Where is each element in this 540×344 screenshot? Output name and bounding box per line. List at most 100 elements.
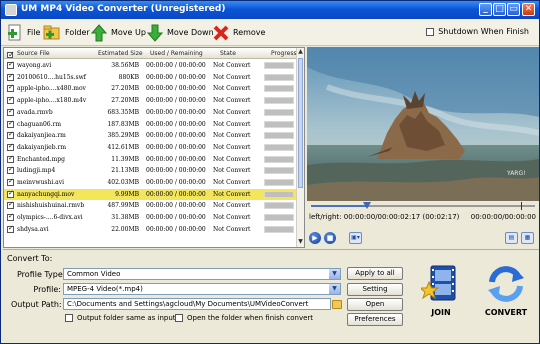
table-row[interactable]: dakaiyanjiea.rm 385.29MB 00:00:00 / 00:00:… xyxy=(4,130,297,142)
col-estimated-size[interactable]: Estimated Size xyxy=(98,50,143,57)
remove-button[interactable]: Remove xyxy=(213,23,265,42)
preferences-button[interactable]: Preferences xyxy=(347,313,403,326)
row-progress-bar xyxy=(264,190,294,198)
row-checkbox[interactable] xyxy=(7,107,14,116)
scroll-up-icon[interactable]: ▲ xyxy=(297,48,304,56)
table-row[interactable]: nishishuishuinai.rmvb 487.99MB 00:00:00 / … xyxy=(4,200,297,212)
row-checkbox[interactable] xyxy=(7,177,14,186)
row-checkbox[interactable] xyxy=(7,83,14,93)
table-row[interactable]: meinvwushi.avi 402.03MB 00:00:00 / 00:00:0… xyxy=(4,177,297,189)
open-button[interactable]: Open xyxy=(347,298,403,311)
open-when-finish-option[interactable]: Open the folder when finish convert xyxy=(175,314,313,322)
col-progress[interactable]: Progress xyxy=(271,50,297,57)
same-as-input-checkbox[interactable] xyxy=(65,314,73,322)
row-estimated-size: 9.99MB xyxy=(115,190,139,198)
table-row[interactable]: avada.rmvb 683.35MB 00:00:00 / 00:00:00 Not… xyxy=(4,107,297,119)
row-source-file: avada.rmvb xyxy=(17,108,53,116)
play-icon[interactable]: ▶ xyxy=(309,232,321,244)
row-checkbox[interactable] xyxy=(7,142,14,151)
row-source-file: meinvwushi.avi xyxy=(17,179,65,186)
row-checkbox[interactable] xyxy=(7,119,14,128)
table-row[interactable]: apple-ipho....x180.m4v 27.20MB 00:00:00 / … xyxy=(4,95,297,107)
table-row[interactable]: wayong.avi 38.56MB 00:00:00 / 00:00:00 Not … xyxy=(4,60,297,72)
seek-end-marker[interactable] xyxy=(521,202,522,210)
row-checkbox[interactable] xyxy=(7,60,14,69)
file-list-scrollbar[interactable]: ▲ ▼ xyxy=(296,48,304,247)
row-estimated-size: 27.20MB xyxy=(111,97,139,105)
arrow-up-icon xyxy=(91,23,107,41)
row-state: Not Convert xyxy=(213,108,251,116)
convert-button[interactable]: CONVERT xyxy=(477,264,535,317)
table-row[interactable]: shdysa.avi 22.00MB 00:00:00 / 00:00:00 Not … xyxy=(4,224,297,236)
row-progress-bar xyxy=(264,225,294,233)
table-row[interactable]: olympics-....6-divx.avi 31.38MB 00:00:00 /… xyxy=(4,212,297,224)
row-source-file: dakaiyanjiea.rm xyxy=(17,132,66,140)
row-checkbox[interactable] xyxy=(7,95,14,105)
preview-frame-image: YARG! xyxy=(307,47,539,201)
row-checkbox[interactable] xyxy=(7,130,14,140)
seek-knob-icon[interactable] xyxy=(363,202,371,209)
maximize-button[interactable]: ▭ xyxy=(507,3,520,16)
table-row[interactable]: 20100610....hu15s.swf 880KB 00:00:00 / 00:… xyxy=(4,72,297,84)
screenshot-icon[interactable]: ▦ xyxy=(521,232,534,244)
same-as-input-option[interactable]: Output folder same as input xyxy=(65,314,176,322)
restore-button[interactable]: □ xyxy=(493,3,506,16)
scroll-down-icon[interactable]: ▼ xyxy=(297,238,304,246)
row-progress-bar xyxy=(264,120,294,128)
shutdown-when-finish[interactable]: Shutdown When Finish xyxy=(426,27,529,36)
col-source-file[interactable]: Source File xyxy=(17,50,50,57)
shutdown-checkbox[interactable] xyxy=(426,27,435,36)
table-row[interactable]: nanyachungqi.mov 9.99MB 00:00:00 / 00:00:0… xyxy=(4,188,297,201)
move-down-button[interactable]: Move Down xyxy=(147,23,214,42)
left-right-value: 00:00:00/00:00:02:17 (00:02:17) xyxy=(343,213,460,221)
stop-icon[interactable]: ■ xyxy=(324,232,336,244)
row-used-remaining: 00:00:00 / 00:00:00 xyxy=(146,190,206,198)
add-folder-button[interactable]: Folder xyxy=(43,23,90,42)
row-checkbox[interactable] xyxy=(7,212,14,222)
row-used-remaining: 00:00:00 / 00:00:00 xyxy=(146,85,206,93)
video-preview: YARG! xyxy=(307,47,539,201)
row-checkbox[interactable] xyxy=(7,189,14,198)
row-checkbox[interactable] xyxy=(7,72,14,81)
output-path-field[interactable]: C:\Documents and Settings\agcloud\My Doc… xyxy=(63,298,331,310)
snapshot-icon[interactable]: ▣▾ xyxy=(349,232,362,244)
move-up-button[interactable]: Move Up xyxy=(91,23,146,42)
row-checkbox[interactable] xyxy=(7,165,14,175)
row-checkbox[interactable] xyxy=(7,224,14,233)
join-film-icon xyxy=(418,265,456,301)
scroll-thumb[interactable] xyxy=(298,58,303,188)
browse-folder-icon[interactable] xyxy=(332,300,342,309)
row-state: Not Convert xyxy=(213,120,251,128)
profile-select[interactable]: MPEG-4 Video(*.mp4) ▼ xyxy=(63,283,341,295)
chevron-down-icon[interactable]: ▼ xyxy=(329,269,340,279)
setting-button[interactable]: Setting xyxy=(347,283,403,296)
row-state: Not Convert xyxy=(213,132,251,140)
same-as-input-label: Output folder same as input xyxy=(77,314,176,322)
row-checkbox[interactable] xyxy=(7,154,14,163)
add-file-button[interactable]: File xyxy=(7,23,40,42)
table-row[interactable]: apple-ipho....x480.mov 27.20MB 00:00:00 / … xyxy=(4,83,297,95)
close-button[interactable]: ✕ xyxy=(522,3,535,16)
row-progress-bar xyxy=(264,108,294,116)
add-folder-label: Folder xyxy=(65,28,90,37)
row-checkbox[interactable] xyxy=(7,200,14,210)
col-state[interactable]: State xyxy=(220,50,236,57)
col-used-remaining[interactable]: Used / Remaining xyxy=(150,50,203,57)
row-used-remaining: 00:00:00 / 00:00:00 xyxy=(146,132,206,140)
join-label: JOIN xyxy=(431,308,451,317)
minimize-button[interactable]: _ xyxy=(479,3,492,16)
add-file-icon xyxy=(8,24,21,40)
move-up-label: Move Up xyxy=(111,28,146,37)
folder-view-icon[interactable]: ▤ xyxy=(505,232,518,244)
apply-to-all-button[interactable]: Apply to all xyxy=(347,267,403,280)
row-source-file: nishishuishuinai.rmvb xyxy=(17,202,85,210)
table-row[interactable]: dakaiyanjieb.rm 412.61MB 00:00:00 / 00:00:… xyxy=(4,142,297,154)
chevron-down-icon[interactable]: ▼ xyxy=(329,284,340,294)
open-when-finish-checkbox[interactable] xyxy=(175,314,183,322)
table-row[interactable]: Enchanted.mpg 11.39MB 00:00:00 / 00:00:00 N… xyxy=(4,154,297,166)
seek-bar[interactable] xyxy=(307,202,539,210)
table-row[interactable]: chaguan06.rm 187.83MB 00:00:00 / 00:00:00 N… xyxy=(4,119,297,131)
table-row[interactable]: ludingji.mp4 21.13MB 00:00:00 / 00:00:00 No… xyxy=(4,165,297,177)
join-button[interactable]: JOIN xyxy=(415,264,467,317)
profile-type-select[interactable]: Common Video ▼ xyxy=(63,268,341,280)
